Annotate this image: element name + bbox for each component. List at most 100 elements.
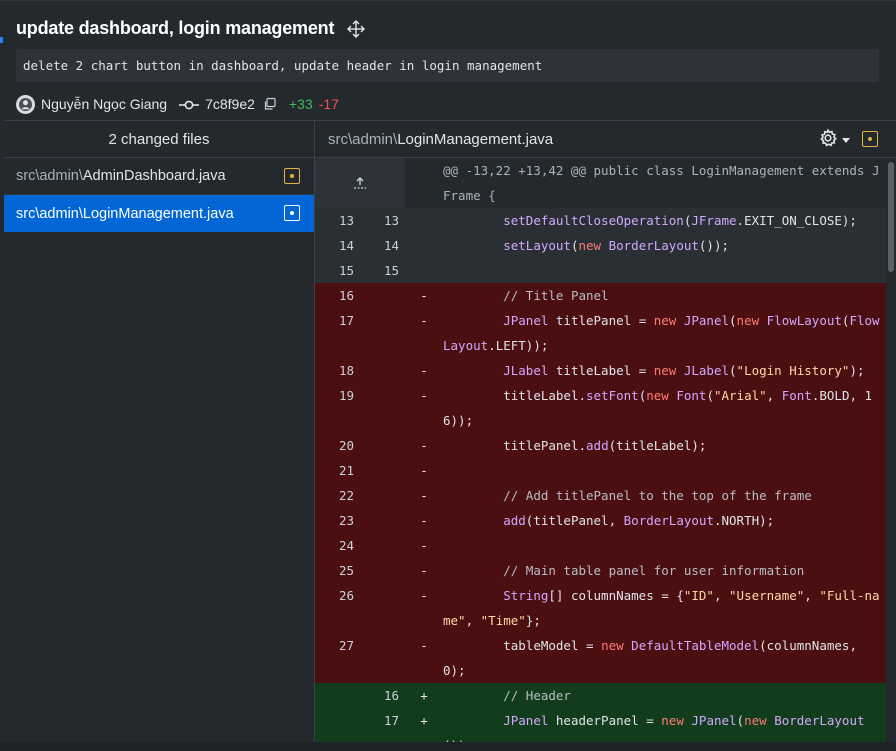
new-line-number: 13 [360,208,405,233]
line-code: // Main table panel for user information [503,563,805,578]
old-line-number: 13 [315,208,360,233]
commit-title: update dashboard, login management [16,18,335,38]
line-marker: - [420,563,428,578]
line-marker: - [420,513,428,528]
diff-options-button[interactable] [818,128,850,152]
new-line-number: 15 [360,258,405,283]
old-line-number: 18 [315,358,360,383]
line-marker: + [420,688,428,703]
chevron-down-icon [842,137,850,143]
old-line-number: 23 [315,508,360,533]
copy-icon[interactable] [263,97,277,111]
diff-line-deleted: 22 - // Add titlePanel to the top of the … [315,483,886,508]
old-line-number: 19 [315,383,360,433]
file-modified-icon [284,205,300,221]
commit-meta: Nguyễn Ngọc Giang 7c8f9e2 +33 -17 [16,93,339,115]
diff-line-deleted: 24 - [315,533,886,558]
diff-scrollbar[interactable] [886,158,896,751]
deletions-count: -17 [318,96,339,112]
commit-description: delete 2 chart button in dashboard, upda… [16,49,879,82]
expand-up-icon[interactable] [315,158,405,208]
old-line-number: 17 [315,308,360,358]
old-line-number: 26 [315,583,360,633]
line-marker: - [420,638,428,653]
new-line-number [360,308,405,358]
line-marker: - [420,488,428,503]
line-code: // Header [503,688,571,703]
diff-line-deleted: 19 - titleLabel.setFont(new Font("Arial",… [315,383,886,433]
new-line-number: 14 [360,233,405,258]
line-marker [405,208,443,233]
line-code [443,533,886,558]
diff-line-deleted: 20 - titlePanel.add(titleLabel); [315,433,886,458]
new-line-number [360,433,405,458]
diff-line-deleted: 16 - // Title Panel [315,283,886,308]
diff-file-name: LoginManagement.java [397,130,554,148]
additions-count: +33 [288,96,313,112]
old-line-number: 20 [315,433,360,458]
old-line-number: 14 [315,233,360,258]
diff-line-deleted: 25 - // Main table panel for user informa… [315,558,886,583]
line-marker: - [420,588,428,603]
line-code [443,458,886,483]
file-item-loginmanagement[interactable]: src\admin\ LoginManagement.java [4,195,314,232]
line-marker: - [420,388,428,403]
diff-line-deleted: 21 - [315,458,886,483]
file-name: LoginManagement.java [82,205,234,222]
line-code [443,258,886,283]
line-code: setDefaultCloseOperation(JFrame.EXIT_ON_… [503,213,857,228]
new-line-number [360,583,405,633]
new-line-number [360,558,405,583]
line-code: tableModel = new DefaultTableModel(colum… [443,638,865,678]
file-modified-icon [284,168,300,184]
diff-panel: src\admin\ LoginManagement.java @@ -13,22… [315,120,896,751]
old-line-number: 15 [315,258,360,283]
old-line-number: 25 [315,558,360,583]
scrollbar-thumb[interactable] [888,162,894,272]
gear-icon [818,128,838,152]
file-modified-icon [862,131,878,147]
line-code: titlePanel.add(titleLabel); [503,438,707,453]
avatar-icon[interactable] [16,94,35,114]
diff-line-deleted: 17 - JPanel titlePanel = new JPanel(new F… [315,308,886,358]
line-marker: - [420,463,428,478]
line-marker: - [420,538,428,553]
diff-file-header: src\admin\ LoginManagement.java [315,121,896,158]
diff-line-deleted: 23 - add(titlePanel, BorderLayout.NORTH); [315,508,886,533]
diff-line: 15 15 [315,258,886,283]
file-item-admindashboard[interactable]: src\admin\ AdminDashboard.java [4,158,314,195]
line-code: String[] columnNames = {"ID", "Username"… [443,588,880,628]
diff-line-deleted: 18 - JLabel titleLabel = new JLabel("Logi… [315,358,886,383]
diff-line-deleted: 27 - tableModel = new DefaultTableModel(c… [315,633,886,683]
old-line-number: 24 [315,533,360,558]
line-marker: - [420,363,428,378]
old-line-number: 21 [315,458,360,483]
line-code: // Title Panel [503,288,609,303]
hunk-header-row: @@ -13,22 +13,42 @@ public class LoginMa… [315,158,886,208]
new-line-number: 16 [360,683,405,708]
diff-body: @@ -13,22 +13,42 @@ public class LoginMa… [315,158,886,751]
old-line-number: 27 [315,633,360,683]
line-marker: - [420,313,428,328]
commit-title-row: update dashboard, login management [16,18,366,39]
line-code: titleLabel.setFont(new Font("Arial", Fon… [443,388,873,428]
new-line-number [360,633,405,683]
file-name: AdminDashboard.java [82,168,226,184]
old-line-number: 22 [315,483,360,508]
diff-line-added: 16 + // Header [315,683,886,708]
new-line-number [360,358,405,383]
bottom-strip [0,742,896,751]
new-line-number [360,483,405,508]
move-icon[interactable] [346,19,366,39]
window-edge-mark [0,37,3,43]
hunk-header: @@ -13,22 +13,42 @@ public class LoginMa… [443,163,880,203]
line-code: JLabel titleLabel = new JLabel("Login Hi… [503,363,865,378]
new-line-number [360,383,405,433]
file-dir: src\admin\ [16,168,83,184]
line-code: add(titlePanel, BorderLayout.NORTH); [503,513,775,528]
changed-files-sidebar: 2 changed files src\admin\ AdminDashboard… [4,120,315,751]
line-marker [405,233,443,258]
commit-author: Nguyễn Ngọc Giang [41,96,168,112]
new-line-number [360,508,405,533]
new-line-number [360,283,405,308]
